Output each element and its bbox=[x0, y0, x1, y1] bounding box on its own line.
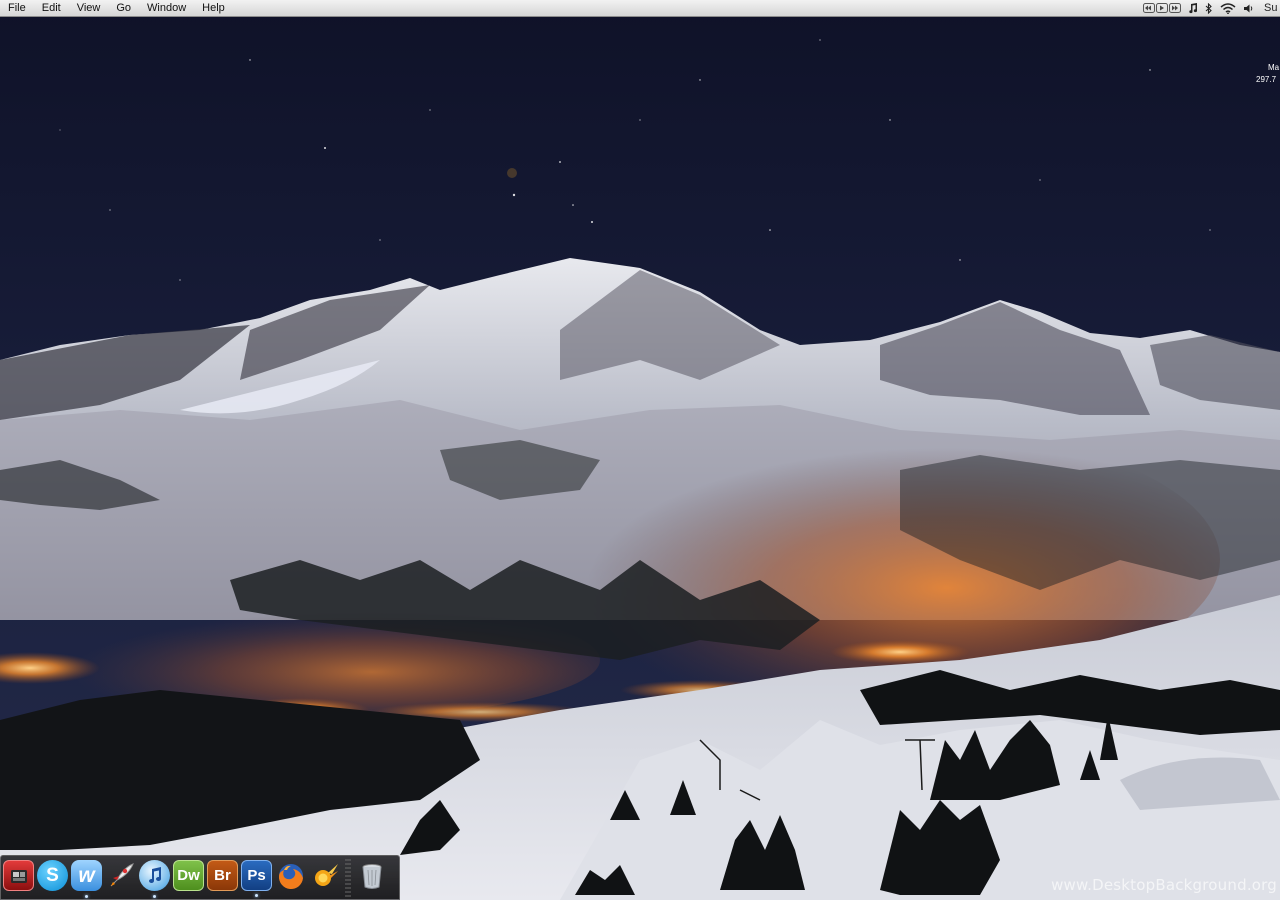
running-indicator bbox=[255, 894, 258, 897]
skype-icon-label: S bbox=[46, 864, 59, 886]
menu-window[interactable]: Window bbox=[139, 0, 194, 16]
photoshop-icon-label: Ps bbox=[247, 867, 266, 884]
trash-icon[interactable] bbox=[356, 860, 387, 891]
wifi-icon[interactable] bbox=[1220, 0, 1236, 16]
music-note-icon[interactable] bbox=[1188, 0, 1198, 16]
volume-icon[interactable] bbox=[1243, 0, 1255, 16]
dreamweaver-icon-label: Dw bbox=[177, 867, 200, 884]
widget-line-2: 297.7 bbox=[1256, 75, 1277, 84]
bridge-icon-label: Br bbox=[214, 867, 231, 884]
iweb-icon-label: w bbox=[78, 863, 95, 887]
media-controls-icon[interactable] bbox=[1143, 0, 1181, 16]
desktop-widget: Ma 297.7 bbox=[1254, 62, 1280, 86]
bluetooth-icon[interactable] bbox=[1205, 0, 1213, 16]
dreamweaver-icon[interactable]: Dw bbox=[173, 860, 204, 891]
iweb-icon[interactable]: w bbox=[71, 860, 102, 898]
photoshop-icon[interactable]: Ps bbox=[241, 860, 272, 897]
photo-booth-icon[interactable] bbox=[3, 860, 34, 891]
menu-bar: File Edit View Go Window Help Su bbox=[0, 0, 1280, 17]
watermark-text: www.DesktopBackground.org bbox=[1051, 876, 1277, 894]
dock: S w Dw Br Ps bbox=[0, 855, 400, 900]
menu-edit[interactable]: Edit bbox=[34, 0, 69, 16]
running-indicator bbox=[153, 895, 156, 898]
bridge-icon[interactable]: Br bbox=[207, 860, 238, 891]
skype-icon[interactable]: S bbox=[37, 860, 68, 891]
menu-clock[interactable]: Su bbox=[1262, 0, 1280, 16]
desktop-wallpaper bbox=[0, 0, 1280, 900]
menu-extras: Su bbox=[1143, 0, 1280, 16]
menu-view[interactable]: View bbox=[69, 0, 109, 16]
menu-help[interactable]: Help bbox=[194, 0, 233, 16]
running-indicator bbox=[85, 895, 88, 898]
menu-file[interactable]: File bbox=[0, 0, 34, 16]
menu-go[interactable]: Go bbox=[108, 0, 139, 16]
rocket-icon[interactable] bbox=[105, 860, 136, 891]
itunes-icon[interactable] bbox=[139, 860, 170, 898]
comet-icon[interactable] bbox=[309, 860, 340, 891]
desktop: File Edit View Go Window Help Su Ma 297.… bbox=[0, 0, 1280, 900]
widget-line-1: Ma bbox=[1268, 63, 1280, 72]
firefox-icon[interactable] bbox=[275, 860, 306, 891]
dock-separator bbox=[345, 858, 351, 897]
